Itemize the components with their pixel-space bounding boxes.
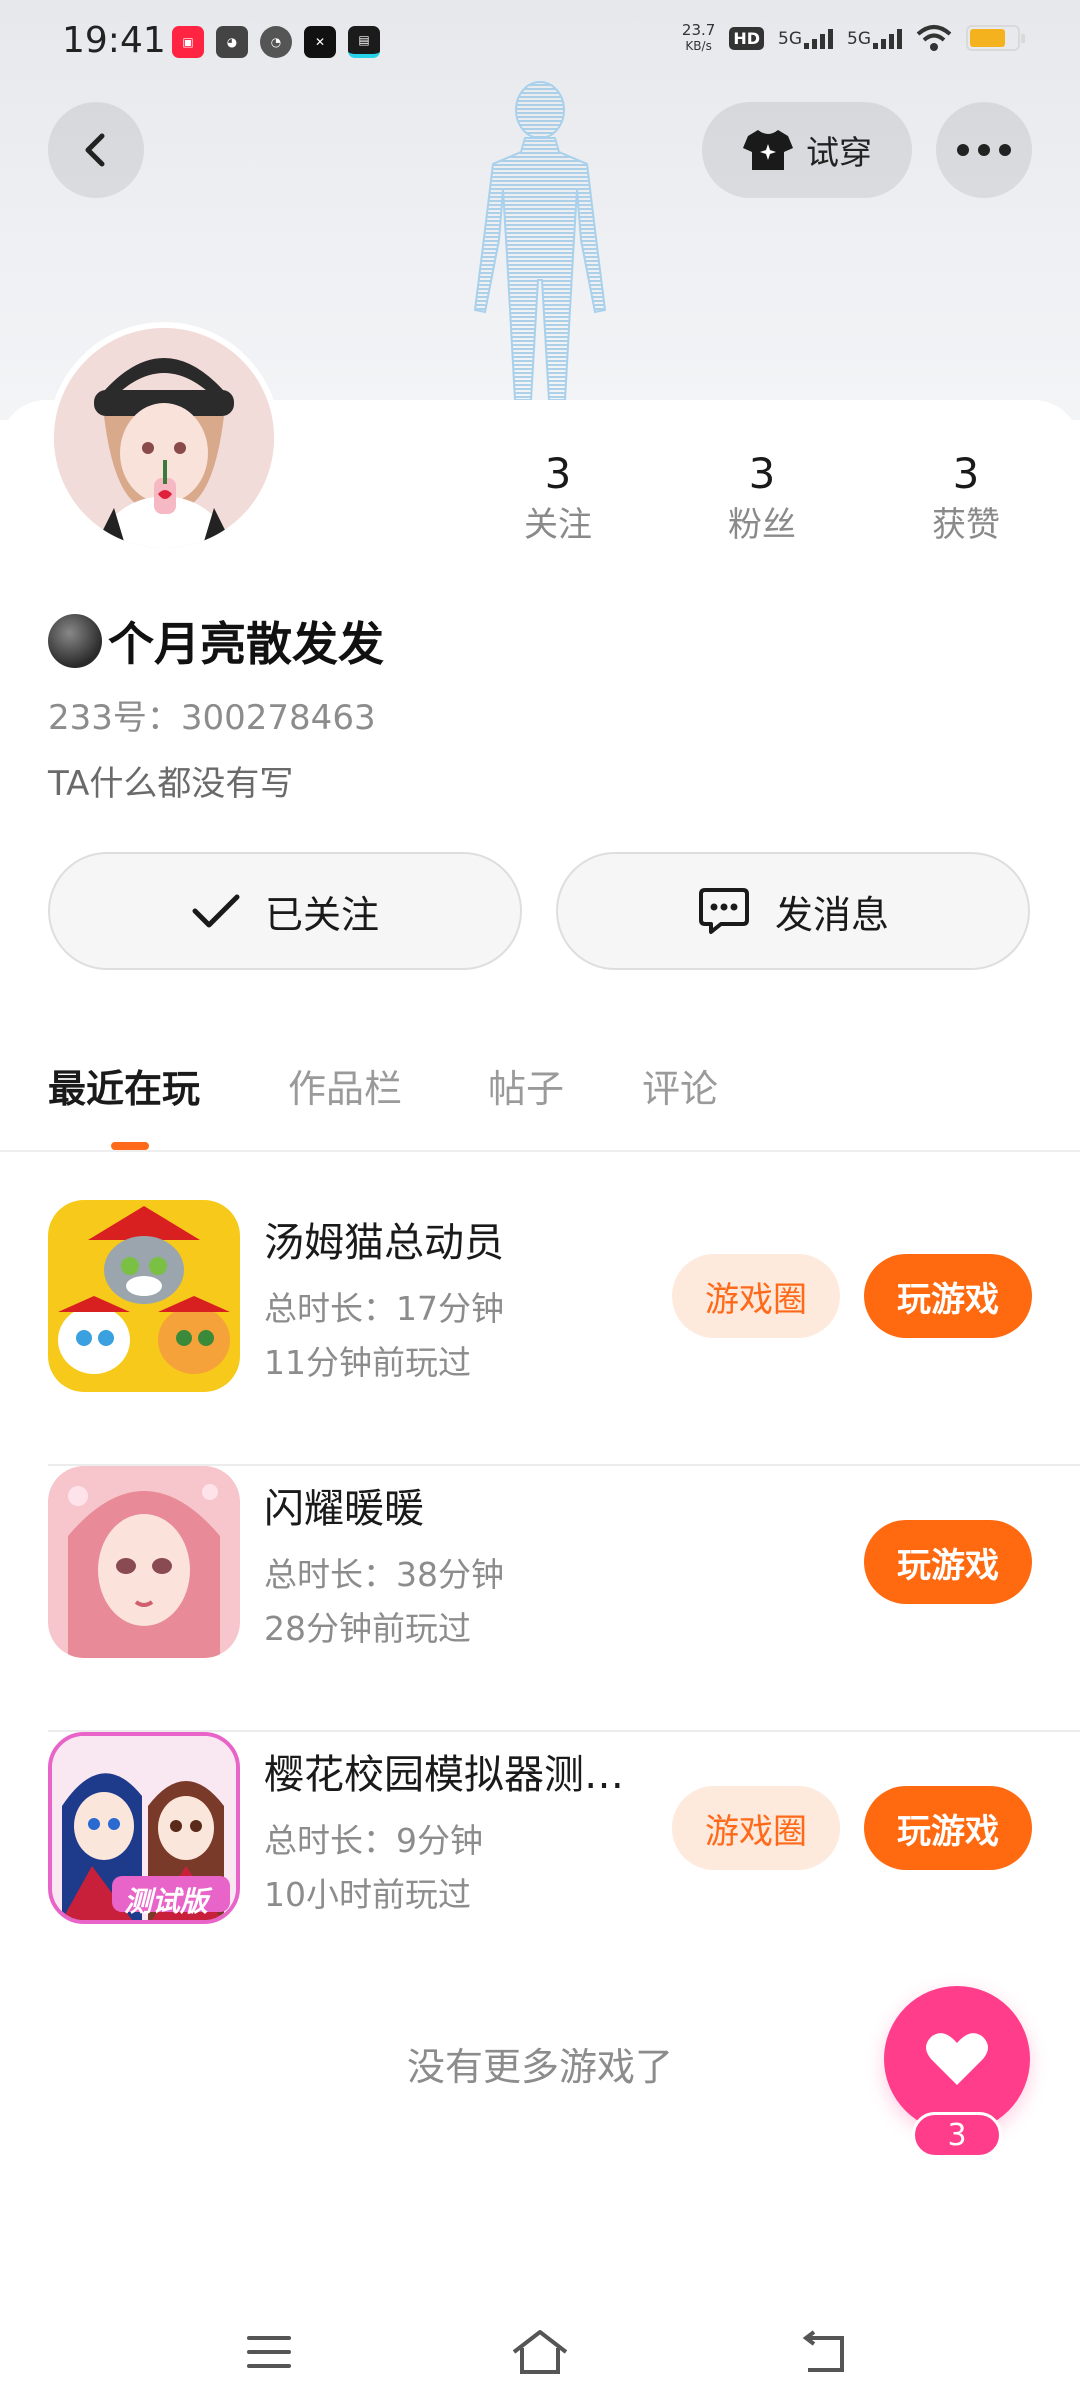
stat-value: 3 <box>748 449 776 498</box>
game-icon-sakura-school[interactable]: 测试版 <box>48 1732 240 1924</box>
profile-nickname: 个月亮散发发 <box>48 608 384 674</box>
status-time: 19:41 <box>62 20 166 61</box>
game-total-duration: 总时长：38分钟 <box>264 1555 504 1594</box>
battery-icon <box>966 25 1025 51</box>
avatar-figure-hologram <box>473 81 607 400</box>
play-game-button[interactable]: 玩游戏 <box>864 1520 1032 1604</box>
menu-nav-button[interactable] <box>234 2322 304 2382</box>
sim1-label: 5G <box>778 29 802 49</box>
signal-sim2: 5G <box>847 27 902 49</box>
followed-button[interactable]: 已关注 <box>48 852 522 970</box>
stat-label: 关注 <box>524 505 592 545</box>
game-last-played: 11分钟前玩过 <box>264 1343 471 1382</box>
tab-posts[interactable]: 帖子 <box>488 1058 564 1113</box>
checkmark-icon <box>192 894 240 928</box>
back-arrow-icon <box>802 2330 844 2372</box>
sim2-label: 5G <box>847 29 871 49</box>
network-speed: 23.7 KB/s <box>682 22 715 54</box>
game-title: 闪耀暖暖 <box>264 1486 424 1532</box>
heart-icon <box>926 2033 988 2085</box>
home-nav-button[interactable] <box>505 2322 575 2382</box>
like-button[interactable] <box>884 1986 1030 2132</box>
active-tab-indicator <box>111 1142 149 1150</box>
tab-works[interactable]: 作品栏 <box>288 1058 402 1113</box>
icon-badge-text: 测试版 <box>124 1885 209 1918</box>
chevron-left-icon <box>85 133 105 167</box>
profile-stats: 3 关注 3 粉丝 3 获赞 <box>0 448 1080 558</box>
game-list-item[interactable]: 测试版 樱花校园模拟器测… 总时长：9分钟 10小时前玩过 游戏圈 玩游戏 <box>0 1732 1080 1998</box>
followed-label: 已关注 <box>264 892 379 937</box>
game-circle-button[interactable]: 游戏圈 <box>672 1786 840 1870</box>
game-title: 汤姆猫总动员 <box>264 1220 504 1266</box>
status-indicators: 23.7 KB/s HD 5G 5G <box>682 22 1025 54</box>
try-on-button[interactable]: 试穿 <box>702 102 912 198</box>
nickname-prefix-icon <box>48 614 102 668</box>
game-total-duration: 总时长：17分钟 <box>264 1289 504 1328</box>
user-id: 233号：300278463 <box>48 698 376 738</box>
tab-comments[interactable]: 评论 <box>642 1058 718 1113</box>
xiaohongshu-icon: ▣ <box>172 26 204 58</box>
game-icon-image <box>48 1466 240 1658</box>
back-button[interactable] <box>48 102 144 198</box>
more-options-button[interactable] <box>936 102 1032 198</box>
game-last-played: 10小时前玩过 <box>264 1875 471 1914</box>
play-game-button[interactable]: 玩游戏 <box>864 1254 1032 1338</box>
signal-sim1: 5G <box>778 27 833 49</box>
game-icon-shining-nikki[interactable] <box>48 1466 240 1658</box>
shirt-icon <box>743 130 793 170</box>
system-navigation-bar <box>0 2300 1080 2408</box>
status-app-icons: ▣ ◕ ◔ ✕ ▤ <box>172 26 380 58</box>
profile-tabs: 最近在玩 作品栏 帖子 评论 <box>0 1050 1080 1152</box>
try-on-label: 试穿 <box>806 133 872 172</box>
network-speed-unit: KB/s <box>685 39 712 53</box>
status-bar: 19:41 ▣ ◕ ◔ ✕ ▤ 23.7 KB/s HD 5G 5G <box>0 0 1080 86</box>
user-bio: TA什么都没有写 <box>48 764 294 804</box>
tab-recently-played[interactable]: 最近在玩 <box>48 1058 200 1113</box>
send-message-button[interactable]: 发消息 <box>556 852 1030 970</box>
home-icon <box>512 2330 568 2374</box>
signal-bars-icon <box>873 27 902 49</box>
game-list-item[interactable]: 汤姆猫总动员 总时长：17分钟 11分钟前玩过 游戏圈 玩游戏 <box>0 1200 1080 1466</box>
stat-label: 获赞 <box>932 505 1000 545</box>
stat-followers[interactable]: 3 粉丝 <box>692 448 832 550</box>
network-speed-value: 23.7 <box>681 21 716 39</box>
chat-bubble-icon <box>698 888 749 934</box>
game-icon-image <box>48 1200 240 1392</box>
back-nav-button[interactable] <box>790 2322 860 2382</box>
more-dots-icon <box>957 144 1011 156</box>
battery-fill <box>970 29 1005 47</box>
stat-label: 粉丝 <box>728 505 796 545</box>
game-icon-tom-cat[interactable] <box>48 1200 240 1392</box>
cat-icon: ◕ <box>216 26 248 58</box>
wifi-icon <box>916 25 952 51</box>
capcut-icon: ✕ <box>304 26 336 58</box>
stat-value: 3 <box>544 449 572 498</box>
menu-icon <box>247 2336 291 2368</box>
stat-likes[interactable]: 3 获赞 <box>896 448 1036 550</box>
stat-value: 3 <box>952 449 980 498</box>
game-list-item[interactable]: 闪耀暖暖 总时长：38分钟 28分钟前玩过 玩游戏 <box>0 1466 1080 1732</box>
play-game-button[interactable]: 玩游戏 <box>864 1786 1032 1870</box>
send-message-label: 发消息 <box>774 892 889 937</box>
like-count-badge: 3 <box>912 2112 1002 2158</box>
game-title: 樱花校园模拟器测… <box>264 1752 624 1798</box>
game-total-duration: 总时长：9分钟 <box>264 1821 483 1860</box>
game-last-played: 28分钟前玩过 <box>264 1609 471 1648</box>
signal-bars-icon <box>804 27 833 49</box>
speedometer-icon: ◔ <box>260 26 292 58</box>
game-circle-button[interactable]: 游戏圈 <box>672 1254 840 1338</box>
hd-icon: HD <box>729 26 764 50</box>
nickname-text: 个月亮散发发 <box>108 617 384 671</box>
stat-following[interactable]: 3 关注 <box>488 448 628 550</box>
youku-icon: ▤ <box>348 26 380 58</box>
